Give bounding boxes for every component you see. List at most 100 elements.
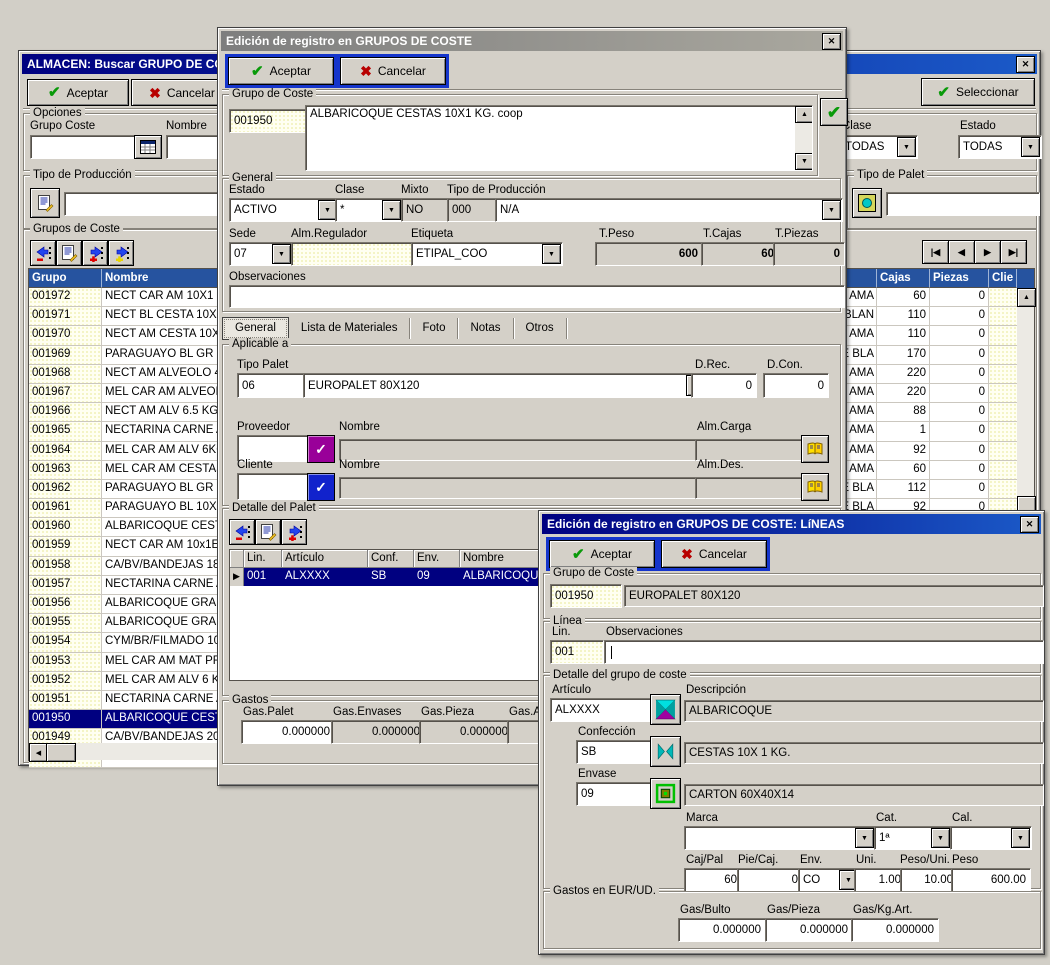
grupo-coste-codigo-field[interactable]: 001950 bbox=[550, 584, 622, 608]
titlebar-lineas[interactable]: Edición de registro en GRUPOS DE COSTE: … bbox=[542, 514, 1041, 534]
tipo-produccion-edit-button[interactable] bbox=[30, 188, 60, 218]
envase-lookup-button[interactable] bbox=[650, 778, 681, 809]
gas-pieza-input[interactable]: 0.000000 bbox=[765, 918, 853, 942]
articulo-input[interactable]: ALXXXX bbox=[550, 698, 654, 722]
header-conf[interactable]: Conf. bbox=[368, 550, 414, 568]
chevron-down-icon[interactable]: ▼ bbox=[1021, 137, 1040, 157]
alm-des-label: Alm.Des. bbox=[697, 459, 744, 472]
nav-next-button[interactable]: ▶ bbox=[974, 240, 1001, 264]
tab-lista-de-materiales[interactable]: Lista de Materiales bbox=[289, 318, 411, 339]
grupo-coste-descripcion-memo[interactable]: ALBARICOQUE CESTAS 10X1 KG. coop ▲ ▼ bbox=[305, 105, 813, 171]
grid-lookup-button[interactable] bbox=[134, 135, 162, 159]
scroll-up-icon[interactable]: ▲ bbox=[1023, 294, 1030, 301]
header-piezas[interactable]: Piezas bbox=[930, 269, 989, 288]
estado-select[interactable]: TODAS ▼ bbox=[958, 135, 1042, 159]
header-cajas[interactable]: Cajas bbox=[877, 269, 930, 288]
caj-pal-input[interactable]: 60 bbox=[684, 868, 742, 892]
grupo-coste-input[interactable] bbox=[30, 135, 140, 159]
chevron-down-icon[interactable]: ▼ bbox=[382, 200, 401, 220]
scroll-thumb[interactable] bbox=[46, 743, 76, 762]
grupo-coste-codigo-field[interactable]: 001950 bbox=[229, 109, 309, 133]
peso-input[interactable]: 600.00 bbox=[951, 868, 1031, 892]
header-articulo[interactable]: Artículo bbox=[282, 550, 368, 568]
cliente-lookup-icon[interactable]: ✓ bbox=[307, 473, 335, 501]
aceptar-button[interactable]: ✔ Aceptar bbox=[549, 540, 655, 568]
proveedor-lookup-icon[interactable]: ✓ bbox=[307, 435, 335, 463]
tipo-palet-button[interactable] bbox=[852, 188, 882, 218]
estado-select[interactable]: ACTIVO ▼ bbox=[229, 198, 339, 222]
pie-caj-input[interactable]: 0 bbox=[737, 868, 803, 892]
tipo-palet-code-input[interactable]: 06 bbox=[237, 373, 305, 398]
tab-otros[interactable]: Otros bbox=[514, 318, 567, 339]
chevron-down-icon[interactable]: ▼ bbox=[855, 828, 874, 848]
remove-line-button[interactable] bbox=[30, 240, 56, 266]
edit-line-button[interactable] bbox=[255, 519, 281, 545]
cancelar-button[interactable]: ✖ Cancelar bbox=[661, 540, 767, 568]
edit-line-button[interactable] bbox=[56, 240, 82, 266]
scroll-down-icon[interactable]: ▼ bbox=[801, 158, 808, 165]
sede-select[interactable]: 07 ▼ bbox=[229, 242, 293, 266]
nav-last-button[interactable]: ▶| bbox=[1000, 240, 1027, 264]
gas-kg-input[interactable]: 0.000000 bbox=[851, 918, 939, 942]
chevron-down-icon[interactable]: ▼ bbox=[272, 244, 291, 264]
scroll-up-icon[interactable]: ▲ bbox=[801, 111, 808, 118]
tab-general[interactable]: General bbox=[222, 317, 289, 340]
nav-prev-button[interactable]: ◀ bbox=[948, 240, 975, 264]
confirm-descripcion-button[interactable]: ✔ bbox=[820, 98, 848, 126]
add-line-button[interactable] bbox=[82, 240, 108, 266]
header-lin[interactable]: Lin. bbox=[244, 550, 282, 568]
clase-select[interactable]: * ▼ bbox=[335, 198, 403, 222]
remove-line-button[interactable] bbox=[229, 519, 255, 545]
uni-input[interactable]: 1.00 bbox=[854, 868, 906, 892]
chevron-down-icon[interactable]: ▼ bbox=[931, 828, 950, 848]
alm-regulador-field[interactable] bbox=[291, 242, 413, 266]
tipo-palet-select[interactable]: EUROPALET 80X120 ▼ bbox=[303, 373, 707, 398]
tab-notas[interactable]: Notas bbox=[458, 318, 513, 339]
confeccion-lookup-button[interactable] bbox=[650, 736, 681, 767]
header-clie[interactable]: Clie bbox=[989, 269, 1017, 288]
chevron-down-icon[interactable]: ▼ bbox=[1011, 828, 1030, 848]
tab-foto[interactable]: Foto bbox=[410, 318, 458, 339]
observaciones-input[interactable] bbox=[604, 640, 1044, 664]
marca-select[interactable]: ▼ bbox=[684, 826, 876, 850]
observaciones-input[interactable] bbox=[229, 285, 845, 308]
insert-line-button[interactable] bbox=[108, 240, 134, 266]
env-select[interactable]: CO ▼ bbox=[798, 868, 860, 892]
close-icon[interactable]: ✕ bbox=[1020, 516, 1039, 533]
scroll-left-icon[interactable]: ◀ bbox=[36, 749, 41, 757]
seleccionar-button[interactable]: ✔ Seleccionar bbox=[921, 78, 1035, 106]
add-line-button[interactable] bbox=[281, 519, 307, 545]
header-grupo[interactable]: Grupo bbox=[29, 269, 102, 288]
gas-bulto-input[interactable]: 0.000000 bbox=[678, 918, 766, 942]
etiqueta-select[interactable]: ETIPAL_COO ▼ bbox=[411, 242, 563, 266]
envase-input[interactable]: 09 bbox=[576, 782, 654, 806]
gas-palet-input[interactable]: 0.000000 bbox=[241, 720, 335, 744]
alm-carga-lookup-button[interactable] bbox=[801, 435, 829, 463]
confeccion-input[interactable]: SB bbox=[576, 740, 654, 764]
cancelar-button[interactable]: ✖ Cancelar bbox=[340, 57, 446, 85]
header-env[interactable]: Env. bbox=[414, 550, 460, 568]
chevron-down-icon[interactable]: ▼ bbox=[542, 244, 561, 264]
chevron-down-icon[interactable]: ▼ bbox=[822, 200, 841, 220]
d-rec-input[interactable]: 0 bbox=[691, 373, 757, 398]
tipo-palet-field[interactable] bbox=[886, 192, 1040, 216]
aceptar-button[interactable]: ✔ Aceptar bbox=[27, 79, 129, 106]
clase-select[interactable]: TODAS ▼ bbox=[840, 135, 918, 159]
cat-select[interactable]: 1ª ▼ bbox=[874, 826, 952, 850]
proveedor-input[interactable] bbox=[237, 435, 311, 462]
lin-field[interactable]: 001 bbox=[550, 640, 604, 664]
close-icon[interactable]: ✕ bbox=[1016, 56, 1035, 73]
alm-des-lookup-button[interactable] bbox=[801, 473, 829, 501]
cliente-input[interactable] bbox=[237, 473, 311, 500]
close-icon[interactable]: ✕ bbox=[822, 33, 841, 50]
tipo-produccion-field[interactable] bbox=[64, 192, 222, 216]
cal-select[interactable]: ▼ bbox=[950, 826, 1032, 850]
tipo-produccion-select[interactable]: N/A ▼ bbox=[495, 198, 843, 222]
peso-uni-input[interactable]: 10.00 bbox=[900, 868, 958, 892]
articulo-lookup-button[interactable] bbox=[650, 694, 681, 725]
titlebar-edicion[interactable]: Edición de registro en GRUPOS DE COSTE ✕ bbox=[221, 31, 843, 51]
nav-first-button[interactable]: |◀ bbox=[922, 240, 949, 264]
d-con-input[interactable]: 0 bbox=[763, 373, 829, 398]
aceptar-button[interactable]: ✔ Aceptar bbox=[228, 57, 334, 85]
chevron-down-icon[interactable]: ▼ bbox=[897, 137, 916, 157]
